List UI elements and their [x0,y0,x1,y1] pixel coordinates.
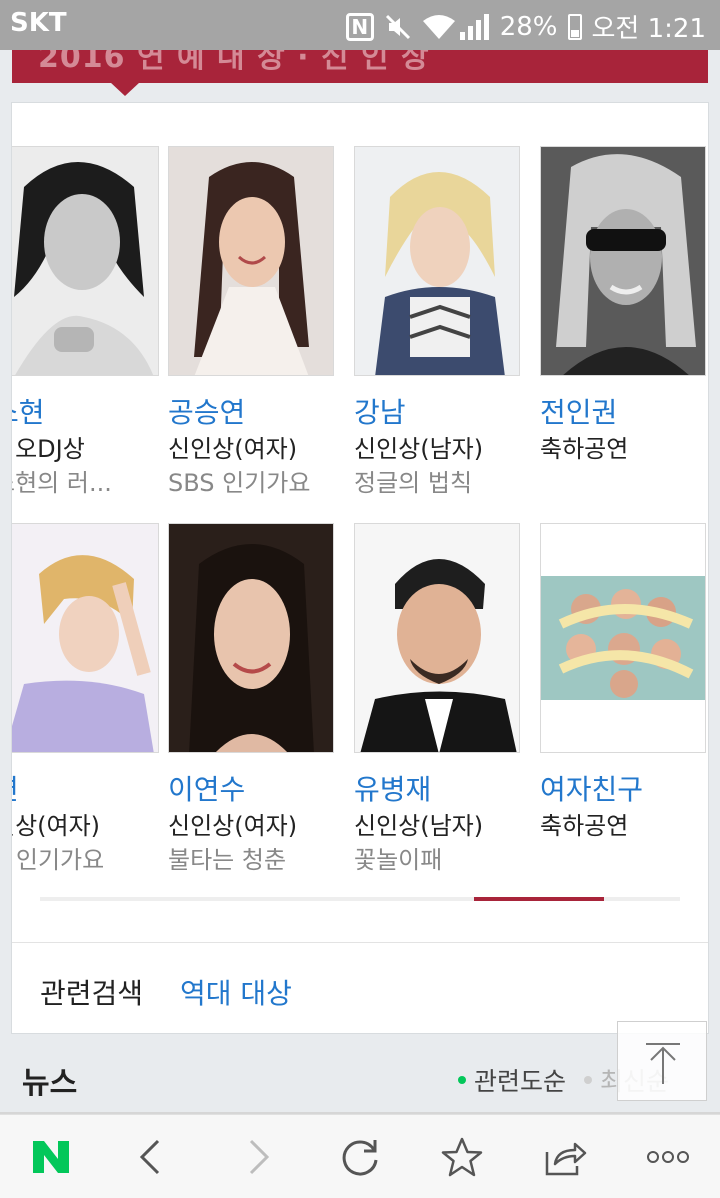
person-card[interactable]: 여자친구 축하공연 [540,523,706,843]
arrow-up-icon [646,1043,680,1084]
person-award: 축하공연 [540,435,629,463]
status-bar: SKT N 28% 오전 1:21 [0,0,720,50]
carrier-label: SKT [10,8,67,38]
award-carousel[interactable]: 소현 디오DJ상 소현의 러... 공승연 신인상(여자) SBS 인기가요 [12,103,708,923]
scroll-to-top-button[interactable] [617,1021,707,1101]
back-icon[interactable] [121,1131,181,1183]
person-photo[interactable] [12,523,159,753]
screen: SKT N 28% 오전 1:21 2016 연 예 대 상 · 신 인 상 현… [0,0,720,1198]
person-name[interactable]: 전인권 [540,394,706,432]
person-award: 인상(여자) [12,812,101,840]
signal-icon [459,13,490,40]
status-icons: N 28% 오전 1:21 [345,8,707,45]
person-photo[interactable] [540,523,706,753]
person-photo[interactable] [12,146,159,376]
person-name[interactable]: 유병재 [354,771,520,809]
person-card[interactable]: 소현 디오DJ상 소현의 러... [12,146,159,500]
carousel-scrollbar[interactable] [40,897,680,901]
person-award: 디오DJ상 [12,435,85,463]
person-program: S 인기가요 [12,846,105,874]
person-photo[interactable] [354,523,520,753]
person-name[interactable]: 연 [12,771,159,809]
person-program: 정글의 법칙 [354,469,473,497]
related-search-link[interactable]: 역대 대상 [180,972,292,1012]
person-photo[interactable] [354,146,520,376]
person-name[interactable]: 공승연 [168,394,334,432]
battery-icon [567,13,582,40]
divider [12,942,708,943]
browser-toolbar [0,1114,720,1198]
person-award: 축하공연 [540,812,629,840]
person-photo[interactable] [168,523,334,753]
person-card[interactable]: 공승연 신인상(여자) SBS 인기가요 [168,146,334,500]
more-icon[interactable] [638,1131,698,1183]
header-pointer [110,82,140,96]
person-photo[interactable] [540,146,706,376]
person-award: 신인상(남자) [354,812,484,840]
person-name[interactable]: 소현 [12,394,159,432]
person-award: 신인상(여자) [168,812,298,840]
nfc-icon: N [345,12,374,41]
person-card[interactable]: 연 인상(여자) S 인기가요 [12,523,159,877]
wifi-icon [422,13,455,41]
clock: 오전 1:21 [591,14,707,44]
battery-percent: 28% [499,11,558,42]
section-header-title: 2016 연 예 대 상 · 신 인 상 [38,50,430,75]
person-card[interactable]: 전인권 축하공연 [540,146,706,466]
person-name[interactable]: 이연수 [168,771,334,809]
person-program: 불타는 청춘 [168,846,287,874]
refresh-icon[interactable] [330,1131,390,1183]
person-photo[interactable] [168,146,334,376]
forward-icon[interactable] [228,1131,288,1183]
share-icon[interactable] [535,1131,595,1183]
person-program: 꽃놀이패 [354,846,443,874]
person-award: 신인상(남자) [354,435,484,463]
active-dot-icon [458,1076,466,1084]
person-card[interactable]: 강남 신인상(남자) 정글의 법칙 [354,146,520,500]
sort-by-relevance[interactable]: 관련도순 [474,1062,566,1098]
inactive-dot-icon [584,1076,593,1084]
person-name[interactable]: 강남 [354,394,520,432]
person-name[interactable]: 여자친구 [540,771,706,809]
person-program: SBS 인기가요 [168,469,311,497]
related-search-label: 관련검색 [40,977,144,1010]
naver-home-icon[interactable] [21,1131,81,1183]
person-award: 신인상(여자) [168,435,298,463]
carousel-scroll-thumb[interactable] [474,897,604,901]
bookmark-star-icon[interactable] [432,1131,492,1183]
person-card[interactable]: 유병재 신인상(남자) 꽃놀이패 [354,523,520,877]
section-header-bar: 2016 연 예 대 상 · 신 인 상 [12,50,708,83]
news-section-title: 뉴스 [22,1066,78,1101]
mute-icon [384,13,412,41]
person-card[interactable]: 이연수 신인상(여자) 불타는 청춘 [168,523,334,877]
person-program: 소현의 러... [12,469,112,497]
